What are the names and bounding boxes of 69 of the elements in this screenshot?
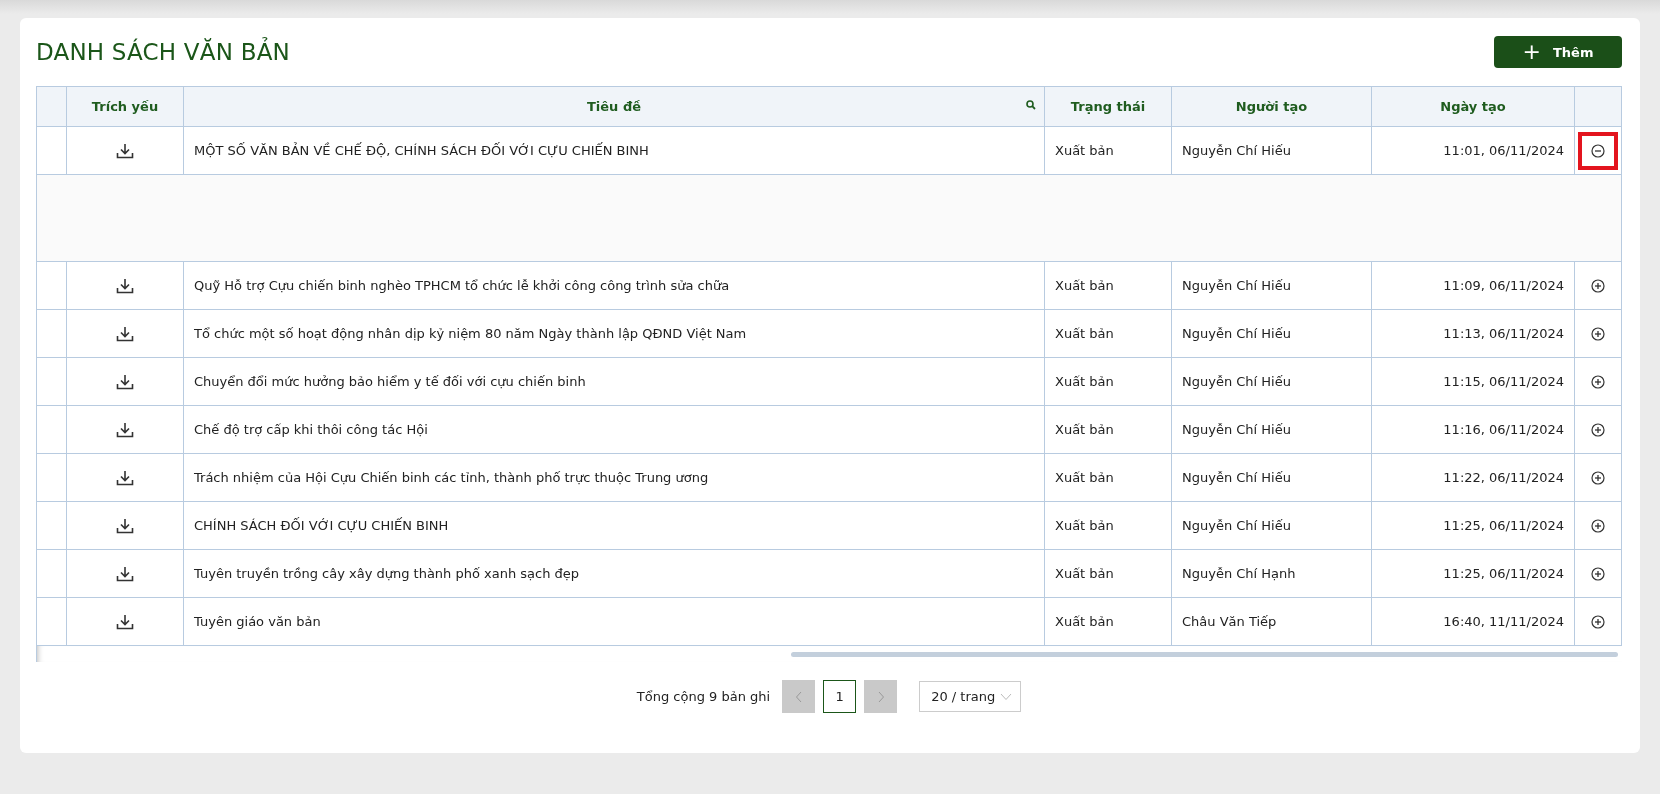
column-header: Người tạo	[1171, 86, 1372, 127]
page-size-select[interactable]: 20 / trang	[919, 681, 1022, 712]
table-cell: 11:25, 06/11/2024	[1371, 501, 1575, 550]
table-cell: Xuất bản	[1044, 126, 1172, 175]
expand-icon[interactable]	[1591, 278, 1605, 293]
table-cell: Nguyễn Chí Hạnh	[1171, 549, 1372, 598]
table-cell: Xuất bản	[1044, 453, 1172, 502]
download-icon[interactable]	[116, 142, 134, 159]
table-cell: Xuất bản	[1044, 405, 1172, 454]
table-cell: CHÍNH SÁCH ĐỐI VỚI CỰU CHIẾN BINH	[183, 501, 1045, 550]
download-icon[interactable]	[116, 325, 134, 342]
table-cell: 11:13, 06/11/2024	[1371, 309, 1575, 358]
table-cell: 11:01, 06/11/2024	[1371, 126, 1575, 175]
table-cell: 11:22, 06/11/2024	[1371, 453, 1575, 502]
download-icon[interactable]	[116, 469, 134, 486]
expand-icon[interactable]	[1591, 374, 1605, 389]
column-header: Ngày tạo	[1371, 86, 1575, 127]
table-cell: Nguyễn Chí Hiếu	[1171, 357, 1372, 406]
table-cell: 11:15, 06/11/2024	[1371, 357, 1575, 406]
download-icon[interactable]	[116, 373, 134, 390]
add-button[interactable]: + Thêm	[1494, 36, 1622, 68]
table-cell: 16:40, 11/11/2024	[1371, 597, 1575, 646]
download-icon[interactable]	[116, 421, 134, 438]
table-cell: Nguyễn Chí Hiếu	[1171, 453, 1372, 502]
download-icon[interactable]	[116, 277, 134, 294]
table-cell: Xuất bản	[1044, 597, 1172, 646]
scrollbar[interactable]	[791, 652, 1618, 657]
total-count: Tổng cộng 9 bản ghi	[636, 689, 771, 704]
table-cell: Xuất bản	[1044, 309, 1172, 358]
download-icon[interactable]	[116, 613, 134, 630]
collapse-icon[interactable]	[1591, 143, 1605, 158]
table-cell: Tổ chức một số hoạt động nhân dịp kỷ niệm 80 năm Ngày thành lập QĐND Việt Nam	[183, 309, 1045, 358]
search-icon[interactable]	[1026, 100, 1036, 110]
expand-icon[interactable]	[1591, 518, 1605, 533]
expand-icon[interactable]	[1591, 326, 1605, 341]
table-cell: Xuất bản	[1044, 501, 1172, 550]
table-cell: MỘT SỐ VĂN BẢN VỀ CHẾ ĐỘ, CHÍNH SÁCH ĐỐI VỚI CỰU CHIẾN BINH	[183, 126, 1045, 175]
table-cell: Chuyển đổi mức hưởng bảo hiểm y tế đối với cựu chiến binh	[183, 357, 1045, 406]
table-cell: Xuất bản	[1044, 261, 1172, 310]
expand-icon[interactable]	[1591, 422, 1605, 437]
table-cell: Nguyễn Chí Hiếu	[1171, 501, 1372, 550]
table-cell: 11:25, 06/11/2024	[1371, 549, 1575, 598]
expand-icon[interactable]	[1591, 566, 1605, 581]
table-cell: Châu Văn Tiếp	[1171, 597, 1372, 646]
table-cell: 11:16, 06/11/2024	[1371, 405, 1575, 454]
column-header: Tiêu đề	[183, 86, 1045, 127]
table-cell: Quỹ Hỗ trợ Cựu chiến binh nghèo TPHCM tổ chức lễ khởi công công trình sửa chữa	[183, 261, 1045, 310]
table-cell: Xuất bản	[1044, 549, 1172, 598]
table-cell: Nguyễn Chí Hiếu	[1171, 126, 1372, 175]
download-icon[interactable]	[116, 565, 134, 582]
expand-icon[interactable]	[1591, 470, 1605, 485]
chevron-left-icon	[794, 690, 803, 703]
table-cell: Tuyên truyền trồng cây xây dựng thành phố xanh sạch đẹp	[183, 549, 1045, 598]
column-header: Trích yếu	[66, 86, 184, 127]
table-cell: Nguyễn Chí Hiếu	[1171, 405, 1372, 454]
expand-icon[interactable]	[1591, 614, 1605, 629]
chevron-down-icon	[1000, 692, 1013, 701]
table-cell: 11:09, 06/11/2024	[1371, 261, 1575, 310]
table-cell: Nguyễn Chí Hiếu	[1171, 309, 1372, 358]
page-title: DANH SÁCH VĂN BẢN	[36, 39, 290, 65]
table-cell: Xuất bản	[1044, 357, 1172, 406]
chevron-right-icon	[876, 690, 885, 703]
table-cell: Tuyên giáo văn bản	[183, 597, 1045, 646]
column-header: Trạng thái	[1044, 86, 1172, 127]
table-cell: Nguyễn Chí Hiếu	[1171, 261, 1372, 310]
page-button[interactable]: 1	[823, 680, 857, 713]
table-cell: Chế độ trợ cấp khi thôi công tác Hội	[183, 405, 1045, 454]
table-cell: Trách nhiệm của Hội Cựu Chiến binh các tỉnh, thành phố trực thuộc Trung ương	[183, 453, 1045, 502]
download-icon[interactable]	[116, 517, 134, 534]
